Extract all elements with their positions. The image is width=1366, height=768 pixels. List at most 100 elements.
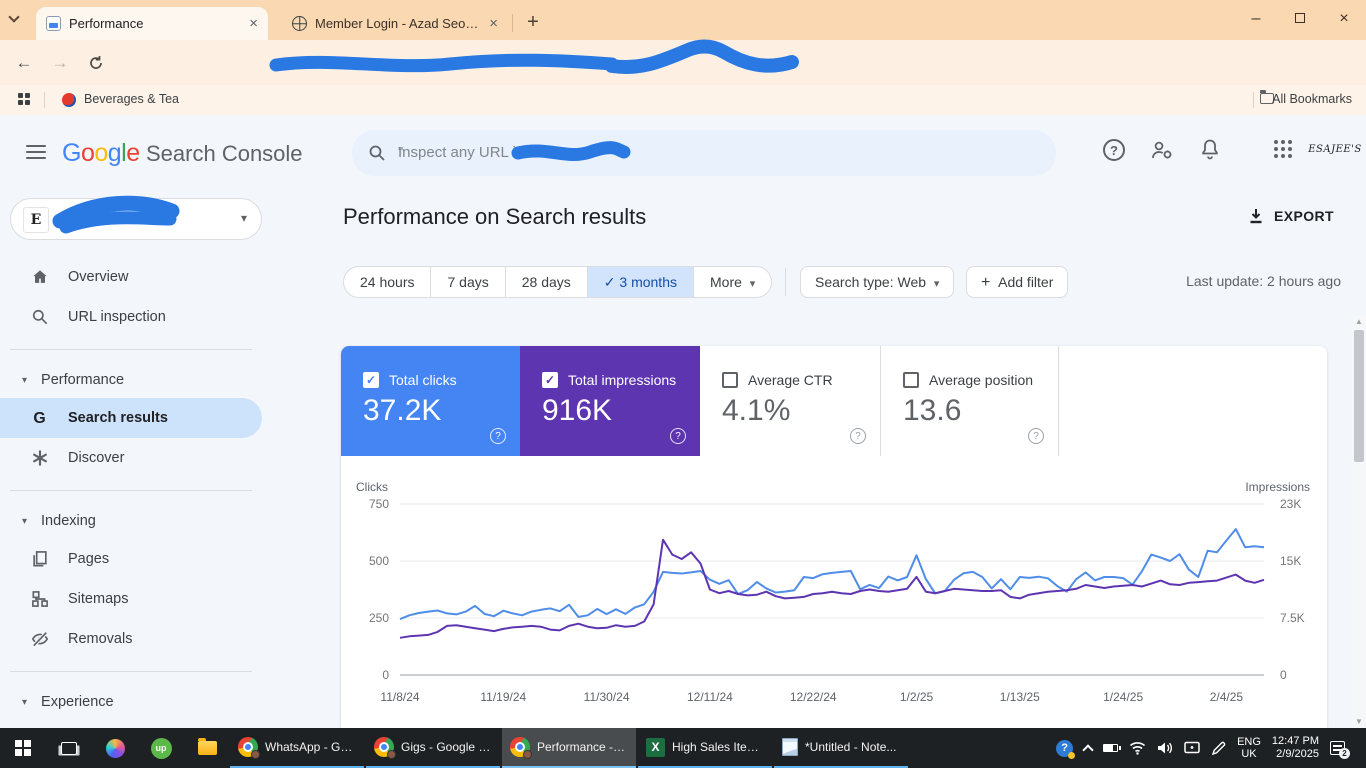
start-button[interactable] xyxy=(0,728,46,768)
sidebar-item-removals[interactable]: Removals xyxy=(0,619,280,659)
taskbar-app-high-sales-item-[interactable]: XHigh Sales Item ... xyxy=(638,728,772,768)
checked-checkbox[interactable]: ✓ xyxy=(363,372,379,388)
language-indicator[interactable]: ENG UK xyxy=(1237,736,1261,760)
taskbar-app-whatsapp-goo-[interactable]: WhatsApp - Goo... xyxy=(230,728,364,768)
back-button[interactable]: ← xyxy=(10,49,38,77)
scroll-down-arrow[interactable]: ▼ xyxy=(1352,716,1366,728)
taskbar-app-gigs-google-ch-[interactable]: Gigs - Google Ch... xyxy=(366,728,500,768)
tab-title: Performance xyxy=(69,16,241,31)
forward-button[interactable]: → xyxy=(46,49,74,77)
action-center-icon[interactable]: 2 xyxy=(1330,741,1345,755)
page-scrollbar[interactable]: ▲ ▼ xyxy=(1352,316,1366,728)
tab-member-login[interactable]: Member Login - Azad Seo Tool × xyxy=(282,7,508,40)
help-icon[interactable]: ? xyxy=(850,428,866,444)
metric-tile-total-clicks[interactable]: ✓Total clicks37.2K? xyxy=(341,346,520,456)
scroll-up-arrow[interactable]: ▲ xyxy=(1352,316,1366,328)
taskbar-app-label: WhatsApp - Goo... xyxy=(265,740,356,754)
help-icon[interactable]: ? xyxy=(1103,139,1131,167)
page-title: Performance on Search results xyxy=(343,204,646,230)
sidebar-item-discover[interactable]: Discover xyxy=(0,438,280,478)
battery-icon[interactable] xyxy=(1103,744,1118,752)
help-icon[interactable]: ? xyxy=(670,428,686,444)
sidebar-section-indexing[interactable]: ▾Indexing xyxy=(0,503,280,539)
new-tab-button[interactable]: + xyxy=(518,8,548,38)
metric-value: 37.2K xyxy=(363,394,441,428)
property-selector[interactable]: E esaje ▾ xyxy=(10,198,262,240)
date-range-28-days[interactable]: 28 days xyxy=(506,267,588,297)
sitemap-icon xyxy=(30,589,50,609)
metric-tile-average-position[interactable]: Average position13.6? xyxy=(880,346,1059,456)
copilot-icon[interactable] xyxy=(92,728,138,768)
unchecked-checkbox[interactable] xyxy=(722,372,738,388)
sidebar-section-label: Experience xyxy=(41,694,114,710)
sidebar-section-label: Indexing xyxy=(41,513,96,529)
sidebar-item-pages[interactable]: Pages xyxy=(0,539,280,579)
notifications-bell-icon[interactable] xyxy=(1198,137,1226,165)
property-name: esaje xyxy=(59,211,92,227)
reload-button[interactable] xyxy=(82,49,110,77)
metric-value: 916K xyxy=(542,394,612,428)
hamburger-menu-icon[interactable] xyxy=(26,145,46,159)
tab-search-icon[interactable] xyxy=(10,12,26,28)
metric-tile-total-impressions[interactable]: ✓Total impressions916K? xyxy=(520,346,700,456)
chrome-icon xyxy=(238,737,258,757)
wireless-display-icon[interactable] xyxy=(1184,741,1200,755)
x-axis-tick: 11/19/24 xyxy=(471,690,535,704)
google-apps-grid-icon[interactable] xyxy=(1272,138,1300,166)
filter-separator xyxy=(785,268,786,296)
unchecked-checkbox[interactable] xyxy=(903,372,919,388)
upwork-icon[interactable]: up xyxy=(138,728,184,768)
date-range-more-dropdown[interactable]: More ▾ xyxy=(694,267,771,297)
globe-favicon xyxy=(292,16,307,31)
file-explorer-icon[interactable] xyxy=(184,728,230,768)
close-window-button[interactable]: × xyxy=(1322,0,1366,38)
search-type-dropdown[interactable]: Search type: Web ▾ xyxy=(800,266,954,298)
sidebar-item-url-inspection[interactable]: URL inspection xyxy=(0,297,280,337)
export-button[interactable]: EXPORT xyxy=(1247,207,1334,225)
all-bookmarks-button[interactable]: All Bookmarks xyxy=(1272,92,1352,106)
task-view-button[interactable] xyxy=(46,728,92,768)
x-axis-tick: 1/24/25 xyxy=(1091,690,1155,704)
date-range-24-hours[interactable]: 24 hours xyxy=(344,267,431,297)
volume-icon[interactable] xyxy=(1157,741,1173,755)
pen-icon[interactable] xyxy=(1211,741,1226,756)
tray-overflow-chevron[interactable] xyxy=(1082,744,1093,755)
tab-performance[interactable]: Performance × xyxy=(36,7,268,40)
minimize-button[interactable]: – xyxy=(1234,0,1278,38)
sidebar-section-experience[interactable]: ▾ Experience xyxy=(0,684,280,720)
date-range-7-days[interactable]: 7 days xyxy=(431,267,505,297)
home-icon xyxy=(30,267,50,287)
url-inspect-search-box[interactable]: Inspect any URL in " xyxy=(352,130,1056,176)
desktop-screen: Performance × Member Login - Azad Seo To… xyxy=(0,0,1366,768)
taskbar-app-performance-g-[interactable]: Performance - G... xyxy=(502,728,636,768)
right-axis-tick: 7.5K xyxy=(1280,611,1314,625)
clock[interactable]: 12:47 PM 2/9/2025 xyxy=(1272,735,1319,761)
taskbar-app--untitled-note-[interactable]: *Untitled - Note... xyxy=(774,728,908,768)
close-tab-icon[interactable]: × xyxy=(489,15,498,32)
get-help-tray-icon[interactable]: ? xyxy=(1056,740,1073,757)
sidebar-item-search-results[interactable]: GSearch results xyxy=(0,398,262,438)
date-range-3-months[interactable]: ✓ 3 months xyxy=(588,267,694,297)
performance-line-chart[interactable] xyxy=(398,500,1266,682)
section-caret-icon: ▾ xyxy=(22,697,27,708)
close-tab-icon[interactable]: × xyxy=(249,15,258,32)
help-icon[interactable]: ? xyxy=(1028,428,1044,444)
maximize-button[interactable] xyxy=(1278,0,1322,38)
wifi-icon[interactable] xyxy=(1129,741,1146,755)
bookmark-beverages[interactable]: Beverages & Tea xyxy=(84,92,179,106)
svg-text:G: G xyxy=(33,410,45,427)
sidebar-item-label: URL inspection xyxy=(68,309,166,325)
help-icon[interactable]: ? xyxy=(490,428,506,444)
apps-grid-icon[interactable] xyxy=(18,93,31,106)
excel-icon: X xyxy=(646,738,665,757)
checked-checkbox[interactable]: ✓ xyxy=(542,372,558,388)
sidebar-item-overview[interactable]: Overview xyxy=(0,257,280,297)
sidebar-section-performance[interactable]: ▾Performance xyxy=(0,362,280,398)
account-settings-icon[interactable] xyxy=(1149,137,1177,165)
scrollbar-thumb[interactable] xyxy=(1354,330,1364,462)
metric-tile-average-ctr[interactable]: Average CTR4.1%? xyxy=(700,346,880,456)
search-placeholder-quote: " xyxy=(398,144,403,161)
add-filter-button[interactable]: + Add filter xyxy=(966,266,1068,298)
sidebar-item-core-web-vitals[interactable]: Core Web Vitals xyxy=(0,720,280,728)
sidebar-item-sitemaps[interactable]: Sitemaps xyxy=(0,579,280,619)
